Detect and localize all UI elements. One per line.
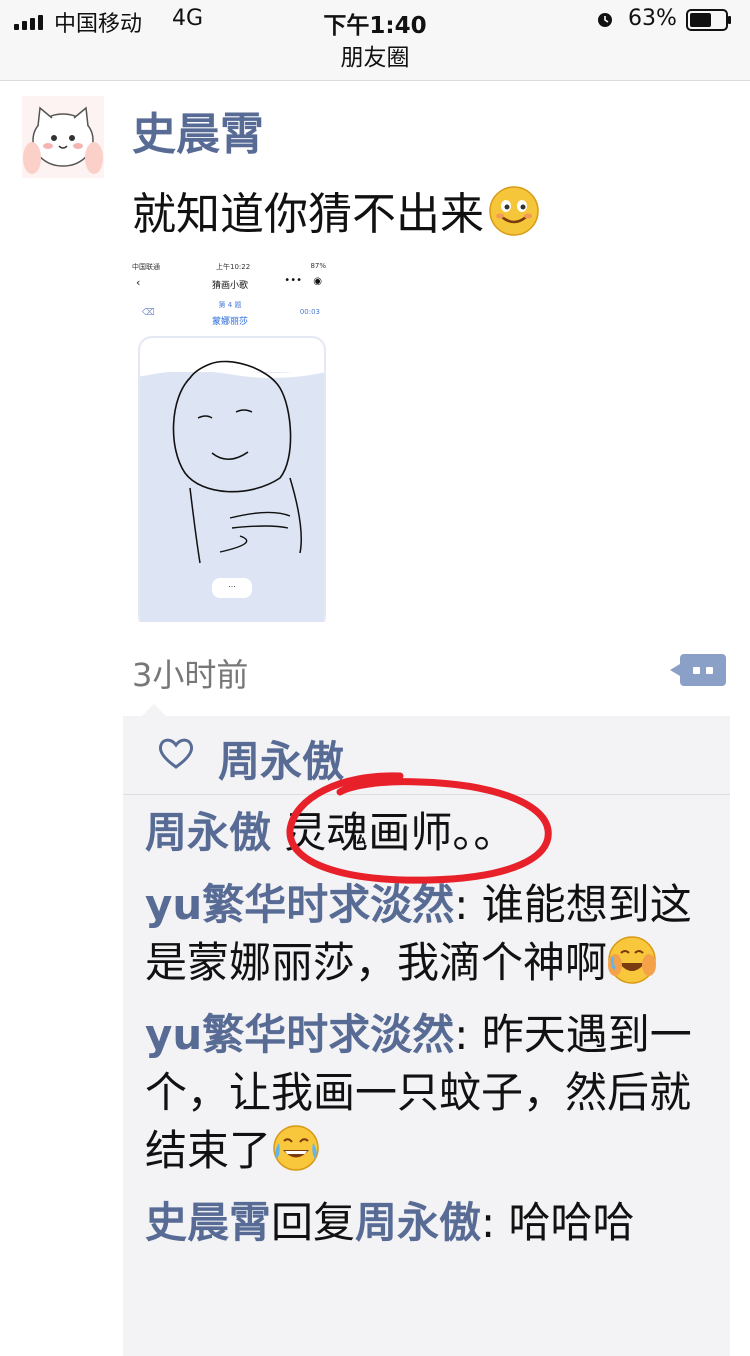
embedded-time: 上午10:22 (216, 263, 251, 271)
commenter-name[interactable]: 史晨霄 (145, 1198, 271, 1247)
post-text: 就知道你猜不出来 (132, 178, 540, 242)
reply-to-name[interactable]: 周永傲 (355, 1198, 481, 1247)
comment-item[interactable]: yu繁华时求淡然: 昨天遇到一个，让我画一只蚊子，然后就结束了 (145, 1006, 715, 1180)
comment-action-button[interactable] (670, 654, 726, 686)
comment-dot-icon (706, 667, 713, 674)
status-and-nav-bar: 中国移动 4G 下午1:40 63% 朋友圈 (0, 0, 750, 81)
heart-icon (158, 738, 194, 769)
comment-dot-icon (693, 667, 700, 674)
post-text-body: 就知道你猜不出来 (132, 189, 484, 240)
panel-pointer (142, 704, 166, 716)
author-avatar[interactable] (22, 96, 104, 178)
battery-percent: 63% (628, 6, 677, 31)
embedded-battery: 87% (310, 262, 326, 270)
embedded-timer: 00:03 (299, 308, 320, 316)
tears-of-joy-emoji-icon (273, 1125, 319, 1171)
post-time: 3小时前 (132, 656, 249, 694)
embedded-status-bar: 中国联通 上午10:22 87% (130, 262, 330, 272)
annotation-circle (286, 772, 552, 884)
battery-icon (686, 9, 731, 31)
reply-word: 回复 (271, 1198, 356, 1247)
embedded-bubble: ... (212, 578, 252, 598)
alarm-icon (598, 13, 612, 27)
comment-item[interactable]: yu繁华时求淡然: 谁能想到这是蒙娜丽莎，我滴个神啊 (145, 876, 715, 992)
comment-text: : 哈哈哈 (481, 1198, 635, 1247)
cat-avatar-icon (23, 106, 103, 174)
commenter-name[interactable]: yu繁华时求淡然 (145, 1010, 454, 1059)
post-image[interactable]: 中国联通 上午10:22 87% ‹ 猜画小歌 ••• ◉ ⌫ 第 4 题 蒙娜… (130, 258, 330, 622)
target-icon: ◉ (313, 276, 322, 287)
smile-emoji-icon (489, 186, 539, 236)
post-author-name[interactable]: 史晨霄 (132, 98, 264, 162)
comment-item[interactable]: 史晨霄回复周永傲: 哈哈哈 (145, 1194, 715, 1252)
embedded-menu: ••• (284, 275, 302, 286)
embedded-carrier: 中国联通 (132, 263, 160, 271)
commenter-name[interactable]: 周永傲 (145, 808, 271, 857)
page-title: 朋友圈 (340, 45, 410, 71)
facepalm-laugh-emoji-icon (608, 936, 657, 984)
